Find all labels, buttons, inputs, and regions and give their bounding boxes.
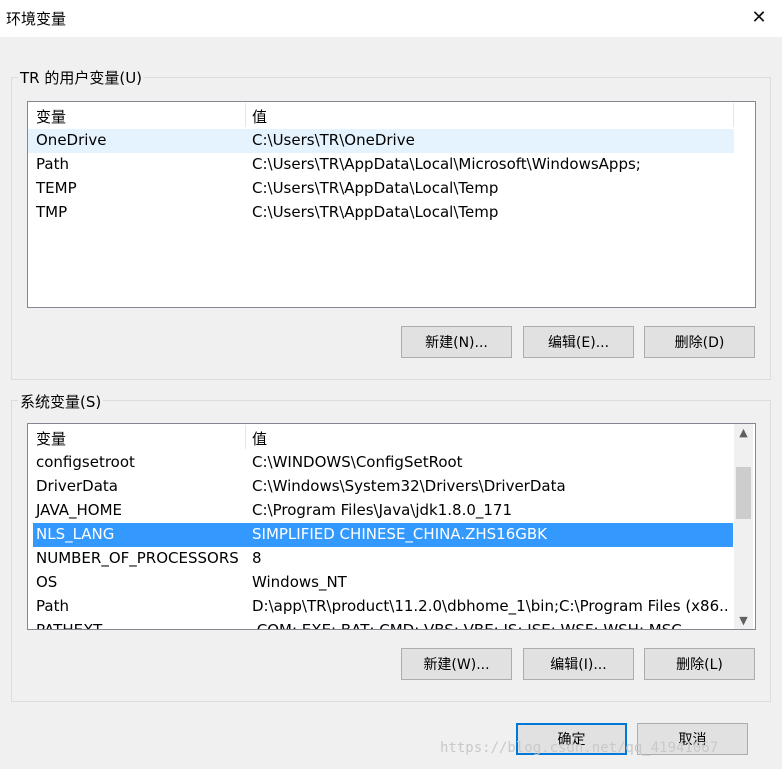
variable-value: C:\Program Files\Java\jdk1.8.0_171	[252, 501, 513, 519]
table-row[interactable]: Path C:\Users\TR\AppData\Local\Microsoft…	[28, 153, 734, 177]
variable-name: DriverData	[36, 477, 118, 495]
list-header: 变量 值	[28, 102, 755, 128]
user-delete-button[interactable]: 删除(D)	[644, 326, 755, 358]
variable-value: 8	[252, 549, 262, 567]
chevron-down-icon[interactable]: ▼	[734, 612, 753, 629]
variable-name: PATHEXT	[36, 621, 103, 630]
variable-name: Path	[36, 155, 69, 173]
column-separator[interactable]	[245, 425, 246, 449]
title-bar: 环境变量 ✕	[0, 0, 782, 37]
column-header-variable[interactable]: 变量	[36, 106, 66, 127]
variable-value: Windows_NT	[252, 573, 347, 591]
system-new-button[interactable]: 新建(W)...	[401, 648, 512, 680]
variable-value: SIMPLIFIED CHINESE_CHINA.ZHS16GBK	[252, 525, 548, 543]
table-row[interactable]: NUMBER_OF_PROCESSORS 8	[28, 547, 734, 571]
variable-name: Path	[36, 597, 69, 615]
variable-name: JAVA_HOME	[36, 501, 123, 519]
table-row[interactable]: Path D:\app\TR\product\11.2.0\dbhome_1\b…	[28, 595, 734, 619]
vertical-scrollbar[interactable]: ▲ ▼	[734, 424, 753, 629]
column-separator[interactable]	[245, 103, 246, 127]
system-delete-button[interactable]: 删除(L)	[644, 648, 755, 680]
variable-value: C:\WINDOWS\ConfigSetRoot	[252, 453, 463, 471]
variable-value: C:\Windows\System32\Drivers\DriverData	[252, 477, 566, 495]
user-edit-button[interactable]: 编辑(E)...	[523, 326, 634, 358]
system-edit-button[interactable]: 编辑(I)...	[523, 648, 634, 680]
column-header-variable[interactable]: 变量	[36, 428, 66, 449]
variable-name: OS	[36, 573, 58, 591]
table-row[interactable]: OneDrive C:\Users\TR\OneDrive	[28, 129, 734, 153]
window-title: 环境变量	[6, 10, 67, 28]
column-header-value[interactable]: 值	[252, 428, 267, 449]
variable-value: C:\Users\TR\AppData\Local\Temp	[252, 179, 499, 197]
column-separator[interactable]	[733, 103, 734, 127]
variable-name: NUMBER_OF_PROCESSORS	[36, 549, 239, 567]
table-row[interactable]: PATHEXT .COM;.EXE;.BAT;.CMD;.VBS;.VBE;.J…	[28, 619, 734, 630]
user-new-button[interactable]: 新建(N)...	[401, 326, 512, 358]
variable-name: NLS_LANG	[36, 525, 115, 543]
variable-value: C:\Users\TR\AppData\Local\Temp	[252, 203, 499, 221]
table-row[interactable]: configsetroot C:\WINDOWS\ConfigSetRoot	[28, 451, 734, 475]
table-row[interactable]: TMP C:\Users\TR\AppData\Local\Temp	[28, 201, 734, 225]
table-row[interactable]: JAVA_HOME C:\Program Files\Java\jdk1.8.0…	[28, 499, 734, 523]
variable-name: TEMP	[36, 179, 77, 197]
table-row-selected[interactable]: NLS_LANG SIMPLIFIED CHINESE_CHINA.ZHS16G…	[33, 523, 733, 547]
system-variables-list[interactable]: 变量 值 configsetroot C:\WINDOWS\ConfigSetR…	[27, 423, 756, 630]
system-variables-group-label: 系统变量(S)	[18, 391, 104, 412]
user-variables-group-label: TR 的用户变量(U)	[18, 67, 145, 88]
variable-name: configsetroot	[36, 453, 135, 471]
variable-name: TMP	[36, 203, 68, 221]
table-row[interactable]: TEMP C:\Users\TR\AppData\Local\Temp	[28, 177, 734, 201]
user-variables-list[interactable]: 变量 值 OneDrive C:\Users\TR\OneDrive Path …	[27, 101, 756, 308]
variable-value: C:\Users\TR\AppData\Local\Microsoft\Wind…	[252, 155, 641, 173]
variable-value: D:\app\TR\product\11.2.0\dbhome_1\bin;C:…	[252, 597, 730, 615]
scrollbar-thumb[interactable]	[736, 467, 751, 519]
list-header: 变量 值	[28, 424, 755, 450]
table-row[interactable]: DriverData C:\Windows\System32\Drivers\D…	[28, 475, 734, 499]
watermark: https://blog.csdn.net/qq_41941067	[440, 740, 719, 756]
variable-name: OneDrive	[36, 131, 107, 149]
column-header-value[interactable]: 值	[252, 106, 267, 127]
variable-value: .COM;.EXE;.BAT;.CMD;.VBS;.VBE;.JS;.JSE;.…	[252, 621, 682, 630]
chevron-up-icon[interactable]: ▲	[734, 424, 753, 441]
table-row[interactable]: OS Windows_NT	[28, 571, 734, 595]
close-icon[interactable]: ✕	[736, 0, 782, 34]
variable-value: C:\Users\TR\OneDrive	[252, 131, 415, 149]
